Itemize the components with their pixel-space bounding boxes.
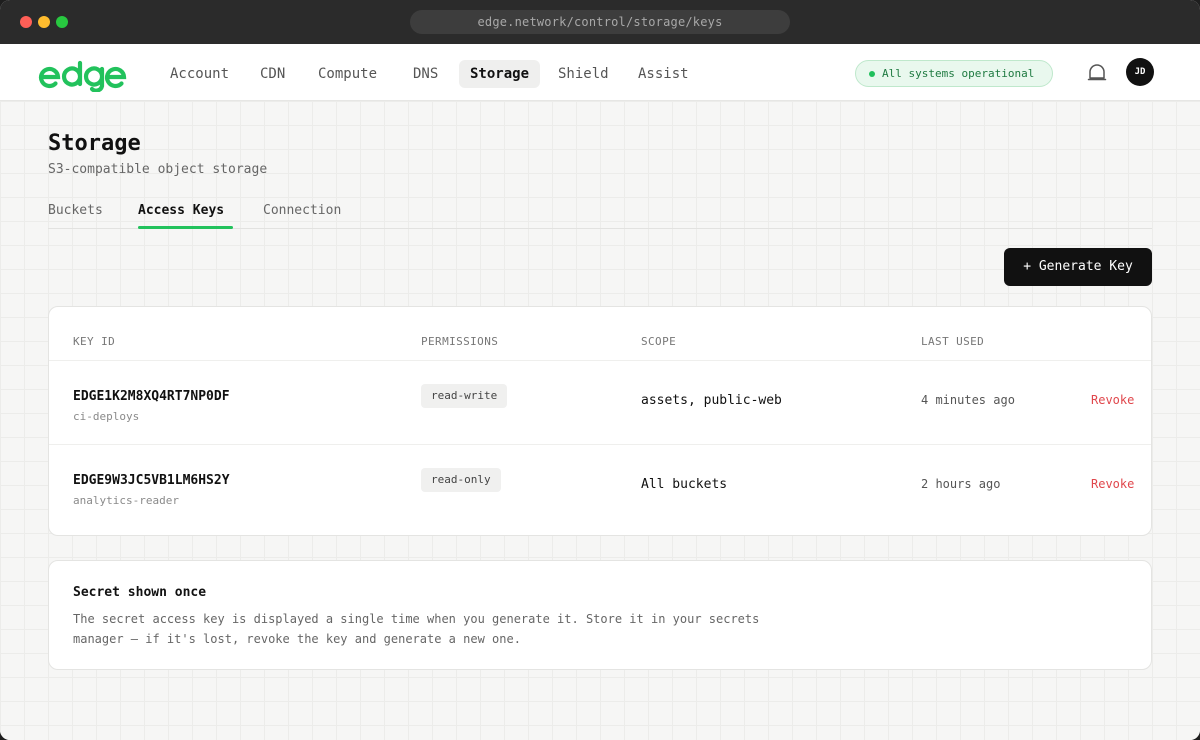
page-subtitle: S3-compatible object storage: [48, 162, 268, 177]
column-header-key-id: KEY ID: [73, 335, 116, 348]
tab-connection[interactable]: Connection: [263, 203, 341, 226]
key-name: analytics-reader: [73, 494, 179, 507]
nav-item-storage[interactable]: Storage: [459, 60, 541, 88]
close-window-button[interactable]: [20, 16, 32, 28]
nav-item-assist[interactable]: Assist: [627, 60, 700, 88]
system-status-text: All systems operational: [882, 67, 1035, 80]
section-tabs: Buckets Access Keys Connection: [48, 197, 1152, 229]
permissions-badge: read-write: [421, 384, 508, 408]
title-bar: edge.network/control/storage/keys: [0, 0, 1200, 44]
tab-buckets[interactable]: Buckets: [48, 203, 103, 226]
nav-item-cdn[interactable]: CDN: [249, 60, 296, 88]
column-header-scope: SCOPE: [641, 335, 677, 348]
generate-key-button[interactable]: + Generate Key: [1004, 248, 1152, 286]
top-navigation: Account CDN Compute DNS Storage Shield A…: [0, 44, 1200, 101]
nav-item-compute[interactable]: Compute: [307, 60, 388, 88]
notice-body: The secret access key is displayed a sin…: [73, 612, 760, 646]
revoke-button[interactable]: Revoke: [1091, 393, 1134, 407]
key-name: ci-deploys: [73, 410, 140, 423]
edge-logo-mark: [38, 60, 127, 93]
key-id: EDGE9W3JC5VB1LM6HS2Y: [73, 473, 230, 488]
permissions-badge: read-only: [421, 468, 501, 492]
key-scope: assets, public-web: [641, 393, 782, 408]
key-id: EDGE1K2M8XQ4RT7NP0DF: [73, 389, 230, 404]
secret-notice-card: Secret shown once The secret access key …: [48, 560, 1152, 670]
tab-access-keys[interactable]: Access Keys: [138, 203, 234, 229]
minimize-window-button[interactable]: [38, 16, 50, 28]
nav-item-shield[interactable]: Shield: [547, 60, 620, 88]
system-status-badge[interactable]: All systems operational: [855, 60, 1053, 87]
column-header-last-used: LAST USED: [921, 335, 985, 348]
status-dot-icon: [869, 71, 875, 77]
last-used: 4 minutes ago: [921, 393, 1015, 407]
key-scope: All buckets: [641, 477, 728, 492]
notice-title: Secret shown once: [73, 585, 207, 600]
nav-item-account[interactable]: Account: [159, 60, 240, 88]
bell-icon[interactable]: [1086, 62, 1108, 84]
address-bar[interactable]: edge.network/control/storage/keys: [410, 10, 790, 34]
edge-logo[interactable]: [38, 58, 128, 96]
table-row: EDGE9W3JC5VB1LM6HS2Y analytics-reader re…: [49, 444, 1151, 535]
user-avatar[interactable]: JD: [1126, 58, 1154, 86]
browser-window: edge.network/control/storage/keys Accoun…: [0, 0, 1200, 740]
revoke-button[interactable]: Revoke: [1091, 477, 1134, 491]
table-row: EDGE1K2M8XQ4RT7NP0DF ci-deploys read-wri…: [49, 360, 1151, 444]
column-header-permissions: PERMISSIONS: [421, 335, 499, 348]
page-title: Storage: [48, 131, 141, 156]
maximize-window-button[interactable]: [56, 16, 68, 28]
nav-item-dns[interactable]: DNS: [402, 60, 449, 88]
main-content: Storage S3-compatible object storage Buc…: [0, 101, 1200, 740]
last-used: 2 hours ago: [921, 477, 1001, 491]
access-keys-table: KEY ID PERMISSIONS SCOPE LAST USED EDGE1…: [48, 306, 1152, 536]
